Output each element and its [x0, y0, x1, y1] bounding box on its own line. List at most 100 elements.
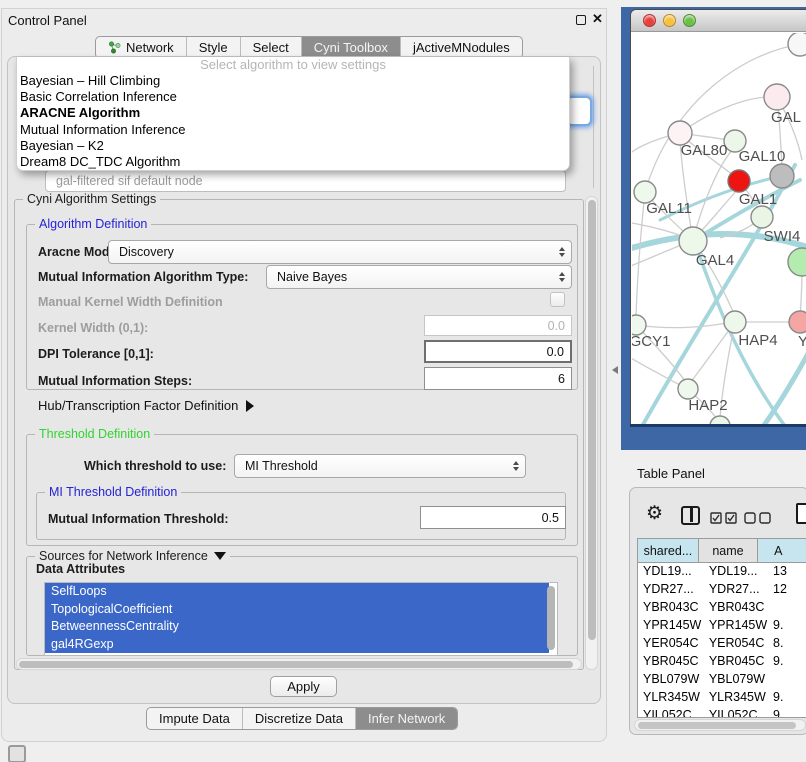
- mi-threshold-group-title: MI Threshold Definition: [45, 485, 181, 499]
- table-hscrollbar-thumb[interactable]: [638, 722, 796, 729]
- network-source-combo-fragment[interactable]: gal-filtered sif default node: [45, 170, 566, 192]
- table-cell: YBR045C: [705, 654, 769, 668]
- svg-text:SWI4: SWI4: [764, 228, 801, 245]
- kernel-width-field[interactable]: 0.0: [424, 315, 572, 336]
- tab-cyni-toolbox[interactable]: Cyni Toolbox: [302, 37, 401, 58]
- tab-style[interactable]: Style: [187, 37, 241, 58]
- settings-vscrollbar-track[interactable]: [585, 196, 598, 670]
- manual-kernel-checkbox[interactable]: [550, 292, 565, 307]
- network-node-gal2[interactable]: [764, 84, 790, 110]
- tab-network[interactable]: Network: [96, 37, 187, 58]
- hub-tf-section-toggle[interactable]: Hub/Transcription Factor Definition: [38, 398, 254, 413]
- maximize-window-icon[interactable]: [683, 14, 696, 27]
- network-node[interactable]: [788, 248, 806, 276]
- attributes-list-scrollbar[interactable]: [547, 586, 555, 650]
- docked-panel-button[interactable]: [8, 745, 26, 762]
- mi-threshold-field[interactable]: 0.5: [420, 506, 566, 529]
- float-window-icon[interactable]: [576, 15, 586, 25]
- background-groupbox-edge: [593, 66, 594, 188]
- tab-network-label: Network: [126, 40, 174, 55]
- algorithm-option-bayesian-k2[interactable]: Bayesian – K2: [17, 138, 569, 154]
- minimize-window-icon[interactable]: [663, 14, 676, 27]
- table-row[interactable]: YER054C YER054C 8.: [638, 634, 806, 652]
- close-window-icon[interactable]: [643, 14, 656, 27]
- mi-steps-field[interactable]: 6: [424, 367, 572, 390]
- table-row[interactable]: YBR045C YBR045C 9.: [638, 652, 806, 670]
- mi-type-combo[interactable]: Naive Bayes: [266, 265, 572, 289]
- dpi-tolerance-field[interactable]: 0.0: [424, 340, 572, 363]
- table-row[interactable]: YPR145W YPR145W 9.: [638, 616, 806, 634]
- network-window-titlebar[interactable]: [631, 10, 806, 32]
- network-node[interactable]: [710, 416, 730, 424]
- table-settings-gear-icon[interactable]: ⚙: [646, 504, 663, 523]
- column-layout-icon[interactable]: [681, 506, 700, 525]
- network-node-gal4[interactable]: [679, 227, 707, 255]
- table-cell: YDR27...: [638, 582, 705, 596]
- settings-hscrollbar-track[interactable]: [16, 658, 582, 670]
- mi-type-label: Mutual Information Algorithm Type:: [38, 270, 248, 284]
- algorithm-option-dream8[interactable]: Dream8 DC_TDC Algorithm: [17, 154, 569, 170]
- table-row[interactable]: YLR345W YLR345W 9.: [638, 688, 806, 706]
- deselect-all-columns-icon[interactable]: [744, 511, 772, 529]
- tab-discretize-data[interactable]: Discretize Data: [243, 708, 356, 729]
- algorithm-definition-title: Algorithm Definition: [35, 217, 151, 231]
- network-node[interactable]: [770, 164, 794, 188]
- network-node[interactable]: [789, 311, 806, 333]
- table-row[interactable]: YBR043C YBR043C: [638, 598, 806, 616]
- svg-text:GAL1: GAL1: [739, 191, 777, 208]
- attribute-item-topologicalcoefficient[interactable]: TopologicalCoefficient: [45, 601, 549, 619]
- svg-text:GAL80: GAL80: [681, 142, 728, 159]
- network-node-gal1[interactable]: [728, 170, 750, 192]
- attribute-item-gal4rgexp[interactable]: gal4RGexp: [45, 636, 549, 654]
- attribute-item-selfloops[interactable]: SelfLoops: [45, 583, 549, 601]
- network-node-hap2[interactable]: [678, 379, 698, 399]
- table-cell: YBL079W: [638, 672, 705, 686]
- table-row[interactable]: YBL079W YBL079W: [638, 670, 806, 688]
- table-cell: YDR27...: [705, 582, 769, 596]
- column-header-shared-name[interactable]: shared...: [638, 539, 699, 562]
- network-node-hap4[interactable]: [724, 311, 746, 333]
- sources-group-title[interactable]: Sources for Network Inference: [35, 549, 230, 563]
- tab-infer-network[interactable]: Infer Network: [356, 708, 457, 729]
- table-row[interactable]: YIL052C YIL052C 9: [638, 706, 806, 718]
- select-all-columns-icon[interactable]: [710, 511, 738, 529]
- network-canvas[interactable]: GAL GAL80 GAL10 GAL1 GAL11 SWI4 GAL4 GCY…: [632, 33, 806, 424]
- algorithm-option-basic-correlation[interactable]: Basic Correlation Inference: [17, 89, 569, 105]
- data-attributes-list[interactable]: SelfLoops TopologicalCoefficient Between…: [44, 582, 558, 656]
- table-cell: YLR345W: [638, 690, 705, 704]
- attribute-item-betweennesscentrality[interactable]: BetweennessCentrality: [45, 618, 549, 636]
- network-node[interactable]: [788, 33, 806, 56]
- algorithm-option-aracne[interactable]: ARACNE Algorithm: [17, 105, 569, 121]
- table-cell: YDL19...: [705, 564, 769, 578]
- table-row[interactable]: YDR27... YDR27... 12: [638, 580, 806, 598]
- network-node-gcy1[interactable]: [632, 315, 646, 335]
- table-cell: YPR145W: [705, 618, 769, 632]
- apply-button[interactable]: Apply: [270, 676, 337, 697]
- table-cell: 12: [769, 582, 806, 596]
- network-node-swi4[interactable]: [751, 206, 773, 228]
- table-row[interactable]: YDL19... YDL19... 13: [638, 562, 806, 580]
- algorithm-option-mutual-information[interactable]: Mutual Information Inference: [17, 122, 569, 138]
- which-threshold-combo[interactable]: MI Threshold: [234, 454, 526, 478]
- column-header-partial[interactable]: A: [758, 539, 806, 562]
- settings-hscrollbar-thumb[interactable]: [19, 661, 573, 668]
- aracne-mode-combo[interactable]: Discovery: [108, 240, 572, 264]
- tab-impute-data[interactable]: Impute Data: [147, 708, 243, 729]
- network-source-combo-text: gal-filtered sif default node: [56, 174, 203, 188]
- divider-collapse-handle[interactable]: [612, 366, 618, 374]
- settings-vscrollbar-thumb[interactable]: [588, 200, 596, 640]
- table-cell: YBR045C: [638, 654, 705, 668]
- table-hscrollbar-track[interactable]: [634, 719, 806, 731]
- table-cell: YBR043C: [638, 600, 705, 614]
- collapse-down-icon: [214, 552, 226, 560]
- close-panel-icon[interactable]: ✕: [592, 11, 603, 27]
- network-tree-icon: [108, 41, 121, 54]
- svg-text:GCY1: GCY1: [632, 333, 670, 350]
- algorithm-option-bayesian-hill-climbing[interactable]: Bayesian – Hill Climbing: [17, 73, 569, 89]
- tab-jactivemnodules[interactable]: jActiveMNodules: [401, 37, 522, 58]
- tab-select[interactable]: Select: [241, 37, 302, 58]
- new-table-icon[interactable]: [796, 503, 806, 524]
- column-header-name[interactable]: name: [699, 539, 758, 562]
- svg-text:HAP4: HAP4: [738, 332, 777, 349]
- manual-kernel-label: Manual Kernel Width Definition: [38, 295, 223, 309]
